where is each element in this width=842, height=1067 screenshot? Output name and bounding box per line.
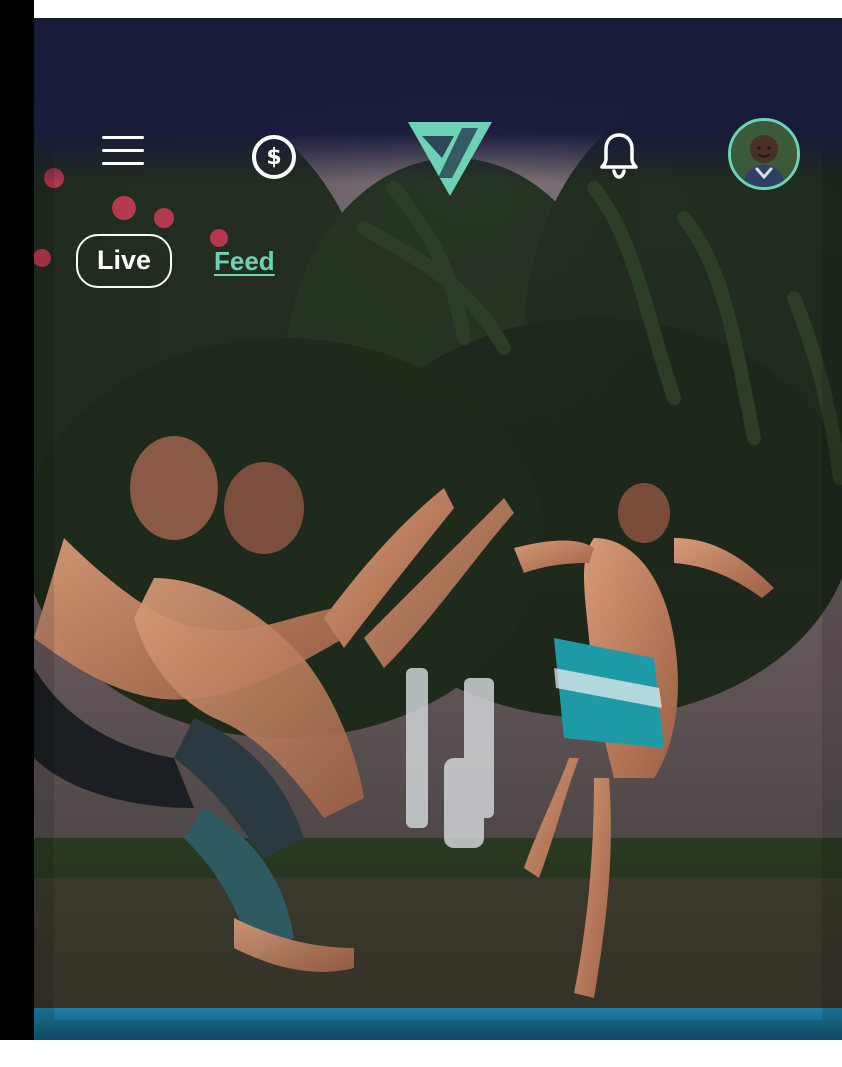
tab-feed[interactable]: Feed (214, 242, 275, 280)
hamburger-line (102, 136, 144, 139)
bottom-margin (0, 1040, 842, 1067)
hamburger-menu-icon[interactable] (102, 134, 144, 168)
triangle-brand-logo[interactable] (404, 118, 496, 198)
svg-text:$: $ (266, 145, 281, 170)
tab-live[interactable]: Live (76, 234, 172, 288)
hamburger-line (102, 149, 144, 152)
user-avatar[interactable] (728, 118, 800, 190)
left-bezel (0, 0, 34, 1067)
hamburger-line (102, 162, 144, 165)
bell-icon[interactable] (598, 131, 640, 179)
top-margin (0, 0, 842, 18)
dollar-circle-icon[interactable]: $ (250, 133, 298, 181)
app-screen: $ Live Feed (34, 18, 842, 1040)
